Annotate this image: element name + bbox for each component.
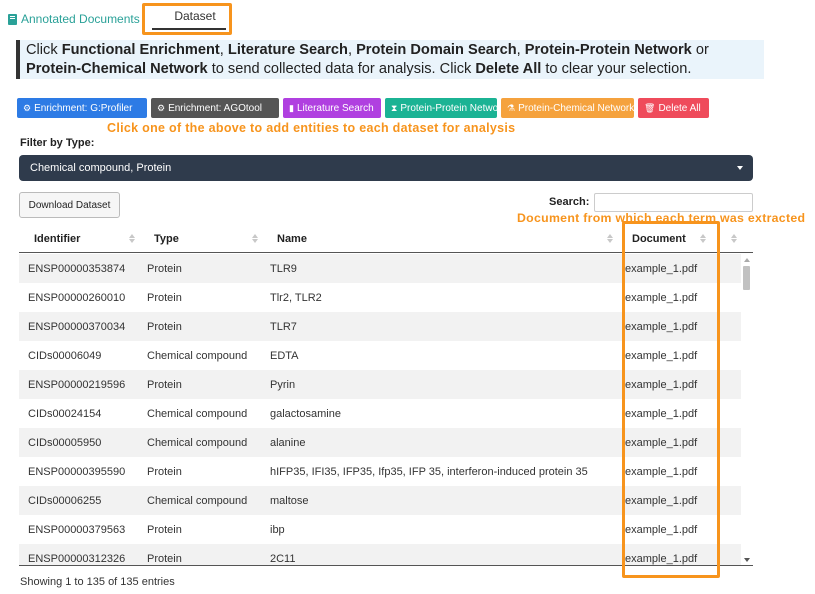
- agotool-button[interactable]: ⚙ Enrichment: AGOtool: [151, 98, 279, 118]
- instructions-box: Click Functional Enrichment, Literature …: [16, 40, 764, 79]
- sort-icon[interactable]: [607, 234, 613, 244]
- cell-type: Protein: [147, 553, 182, 565]
- cell-name: EDTA: [270, 350, 299, 362]
- filter-label: Filter by Type:: [20, 137, 95, 149]
- info-text: to clear your selection.: [541, 61, 692, 77]
- caret-down-icon: [737, 166, 743, 170]
- literature-search-button-label: Literature Search: [296, 102, 374, 114]
- cell-type: Protein: [147, 524, 182, 536]
- column-name[interactable]: Name: [277, 233, 307, 245]
- buttons-hint-annotation: Click one of the above to add entities t…: [107, 121, 516, 135]
- info-bold-protein-chemical-network: Protein-Chemical Network: [26, 61, 208, 77]
- info-sep: ,: [347, 42, 357, 58]
- cell-type: Chemical compound: [147, 350, 248, 362]
- tab-bar: Annotated Documents Dataset: [0, 0, 815, 34]
- scroll-down-icon[interactable]: [744, 558, 750, 562]
- cell-type: Protein: [147, 321, 182, 333]
- cell-identifier: CIDs00024154: [28, 408, 102, 420]
- cog-icon: ⚙: [157, 102, 166, 113]
- cell-type: Protein: [147, 466, 182, 478]
- filter-type-value: Chemical compound, Protein: [30, 162, 172, 174]
- cell-name: ibp: [270, 524, 285, 536]
- protein-protein-network-button[interactable]: ⧗ Protein-Protein Network: [385, 98, 506, 118]
- scrollbar-thumb[interactable]: [743, 266, 750, 290]
- info-text: Click: [26, 42, 62, 58]
- column-identifier[interactable]: Identifier: [34, 233, 80, 245]
- cell-type: Protein: [147, 263, 182, 275]
- cell-type: Protein: [147, 292, 182, 304]
- cogs-icon: ⚙: [23, 102, 32, 113]
- cell-name: 2C11: [270, 553, 296, 565]
- cell-identifier: CIDs00005950: [28, 437, 102, 449]
- sort-icon[interactable]: [252, 234, 258, 244]
- sort-icon[interactable]: [129, 234, 135, 244]
- cell-name: Tlr2, TLR2: [270, 292, 322, 304]
- trash-icon: 🗑: [644, 102, 656, 113]
- book-icon: ▮: [289, 102, 294, 113]
- dataset-tab-highlight: [142, 3, 232, 35]
- info-sep: or: [691, 42, 709, 58]
- download-dataset-button[interactable]: Download Dataset: [19, 192, 120, 218]
- cell-name: maltose: [270, 495, 309, 507]
- cell-identifier: ENSP00000395590: [28, 466, 126, 478]
- info-bold-protein-protein-network: Protein-Protein Network: [524, 42, 692, 58]
- cell-name: TLR9: [270, 263, 297, 275]
- gprofiler-button-label: Enrichment: G:Profiler: [34, 102, 133, 114]
- cell-identifier: CIDs00006049: [28, 350, 102, 362]
- info-sep: ,: [516, 42, 525, 58]
- info-bold-functional-enrichment: Functional Enrichment: [61, 42, 220, 58]
- cell-type: Chemical compound: [147, 408, 248, 420]
- agotool-button-label: Enrichment: AGOtool: [168, 102, 263, 114]
- cell-type: Protein: [147, 379, 182, 391]
- search-label: Search:: [549, 196, 590, 208]
- info-bold-literature-search: Literature Search: [227, 42, 348, 58]
- literature-search-button[interactable]: ▮ Literature Search: [283, 98, 381, 118]
- cell-identifier: ENSP00000312326: [28, 553, 126, 565]
- info-sep: ,: [219, 42, 228, 58]
- info-text: to send collected data for analysis. Cli…: [207, 61, 476, 77]
- hourglass-icon: ⧗: [391, 102, 398, 113]
- action-buttons: ⚙ Enrichment: G:Profiler ⚙ Enrichment: A…: [17, 98, 709, 118]
- cell-type: Chemical compound: [147, 495, 248, 507]
- cell-identifier: ENSP00000353874: [28, 263, 126, 275]
- gprofiler-button[interactable]: ⚙ Enrichment: G:Profiler: [17, 98, 147, 118]
- cell-name: alanine: [270, 437, 306, 449]
- protein-chemical-network-button-label: Protein-Chemical Network: [518, 102, 635, 114]
- cell-type: Chemical compound: [147, 437, 248, 449]
- cell-identifier: CIDs00006255: [28, 495, 102, 507]
- scroll-up-icon[interactable]: [744, 258, 750, 262]
- delete-all-button-label: Delete All: [658, 102, 701, 114]
- info-bold-delete-all: Delete All: [475, 61, 542, 77]
- cell-identifier: ENSP00000370034: [28, 321, 126, 333]
- table-scrollbar[interactable]: [741, 254, 753, 566]
- filter-type-select[interactable]: Chemical compound, Protein: [19, 155, 753, 181]
- table-info: Showing 1 to 135 of 135 entries: [20, 576, 175, 588]
- cell-identifier: ENSP00000219596: [28, 379, 126, 391]
- tab-annotated-documents-label: Annotated Documents: [21, 12, 140, 26]
- document-column-highlight: [622, 221, 720, 578]
- cell-identifier: ENSP00000379563: [28, 524, 126, 536]
- book-icon: [8, 13, 17, 25]
- flask-icon: ⚗: [507, 102, 516, 113]
- column-type[interactable]: Type: [154, 233, 179, 245]
- protein-chemical-network-button[interactable]: ⚗ Protein-Chemical Network: [501, 98, 634, 118]
- protein-protein-network-button-label: Protein-Protein Network: [400, 102, 507, 114]
- cell-name: hIFP35, IFI35, IFP35, Ifp35, IFP 35, int…: [270, 466, 588, 478]
- tab-annotated-documents[interactable]: Annotated Documents: [8, 7, 140, 31]
- cell-name: Pyrin: [270, 379, 296, 391]
- delete-all-button[interactable]: 🗑 Delete All: [638, 98, 709, 118]
- sort-icon[interactable]: [731, 234, 737, 244]
- cell-identifier: ENSP00000260010: [28, 292, 126, 304]
- search-input[interactable]: [594, 193, 753, 212]
- cell-name: galactosamine: [270, 408, 341, 420]
- cell-name: TLR7: [270, 321, 297, 333]
- info-bold-protein-domain-search: Protein Domain Search: [356, 42, 517, 58]
